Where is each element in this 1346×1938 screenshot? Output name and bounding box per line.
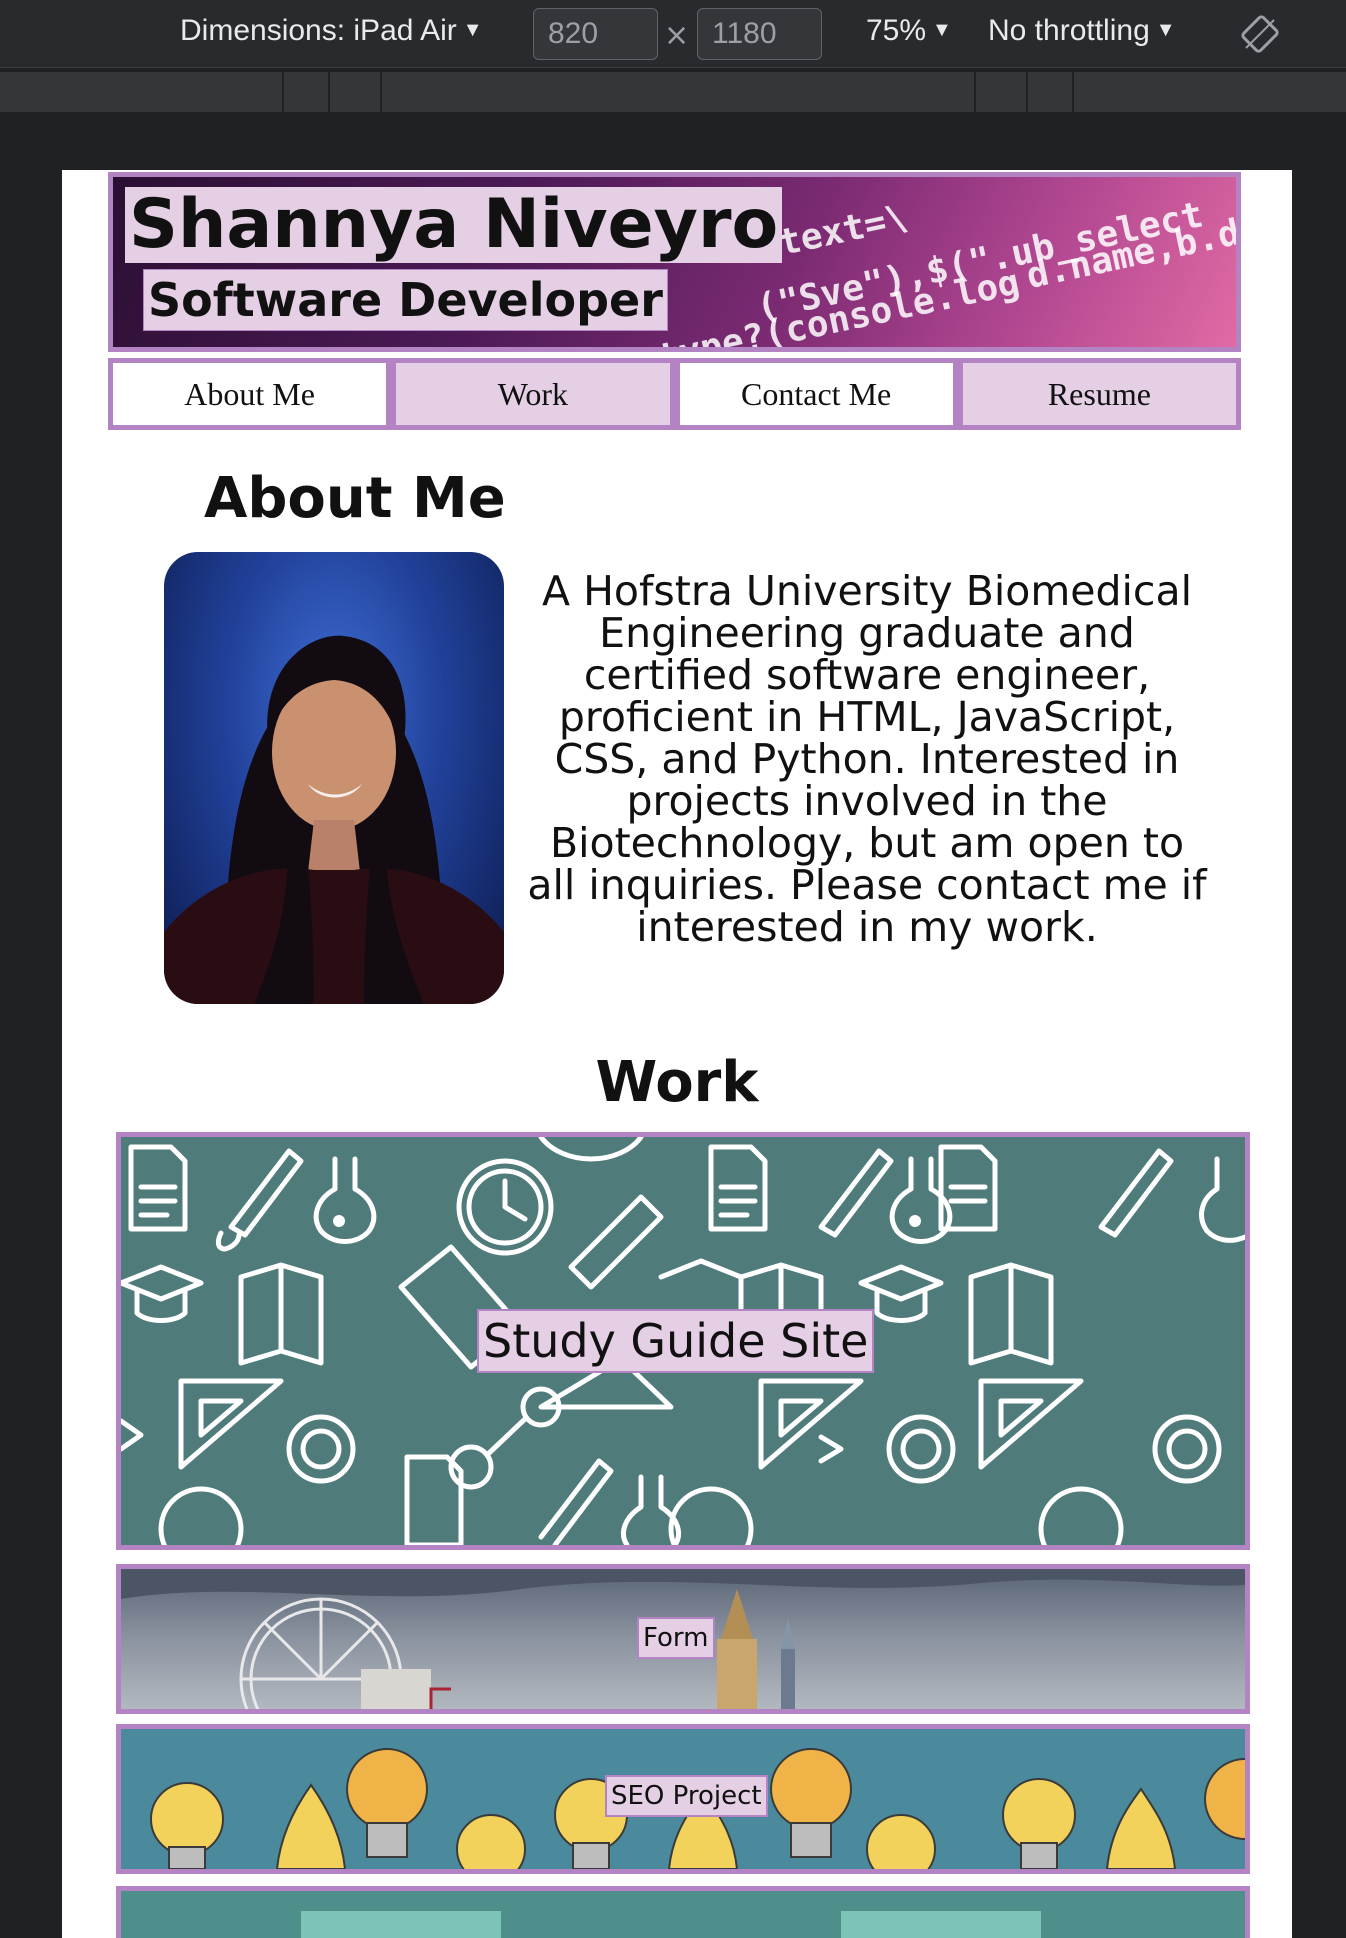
project-label-seo: SEO Project <box>605 1775 768 1817</box>
rotate-icon[interactable] <box>1240 14 1280 54</box>
dimensions-dropdown[interactable]: Dimensions: iPad Air ▼ <box>180 14 483 48</box>
nav-about-me[interactable]: About Me <box>113 363 387 425</box>
device-viewport: a-text=\ ("Sve"),$(".ub_select d.name,b.… <box>62 170 1292 1938</box>
project-card-seo[interactable]: SEO Project <box>116 1724 1250 1874</box>
throttling-dropdown[interactable]: No throttling ▼ <box>988 14 1176 48</box>
caret-down-icon: ▼ <box>1155 19 1176 41</box>
main-nav: About Me Work Contact Me Resume <box>108 358 1241 430</box>
profile-photo <box>164 552 504 1004</box>
nav-resume[interactable]: Resume <box>962 363 1236 425</box>
throttling-label: No throttling <box>988 14 1150 47</box>
site-owner-title: Software Developer <box>143 269 668 331</box>
times-separator: × <box>664 18 690 53</box>
project-card-next[interactable] <box>116 1886 1250 1938</box>
project-card-form[interactable]: Form <box>116 1564 1250 1714</box>
dimensions-label: Dimensions: iPad Air <box>180 14 457 47</box>
caret-down-icon: ▼ <box>462 19 483 41</box>
project-label-form: Form <box>637 1617 715 1659</box>
about-bio: A Hofstra University Biomedical Engineer… <box>527 567 1207 951</box>
nav-contact-me[interactable]: Contact Me <box>679 363 953 425</box>
caret-down-icon: ▼ <box>932 19 952 41</box>
width-input[interactable]: 820 <box>533 8 658 60</box>
site-owner-name: Shannya Niveyro <box>125 187 783 263</box>
zoom-dropdown[interactable]: 75% ▼ <box>866 14 952 48</box>
nav-work[interactable]: Work <box>396 363 670 425</box>
zoom-label: 75% <box>866 14 927 47</box>
device-toolbar: Dimensions: iPad Air ▼ 820 × 1180 75% ▼ No… <box>0 0 1346 68</box>
project-thumbnail-shape <box>841 1911 1041 1938</box>
site-header: a-text=\ ("Sve"),$(".ub_select d.name,b.… <box>108 172 1241 352</box>
project-card-study-guide[interactable]: Study Guide Site <box>116 1132 1250 1550</box>
height-input[interactable]: 1180 <box>697 8 822 60</box>
project-label-study-guide: Study Guide Site <box>477 1309 875 1373</box>
media-query-ruler <box>0 72 1346 112</box>
project-thumbnail-shape <box>301 1911 501 1938</box>
work-heading: Work <box>595 1050 759 1115</box>
about-heading: About Me <box>204 466 506 531</box>
